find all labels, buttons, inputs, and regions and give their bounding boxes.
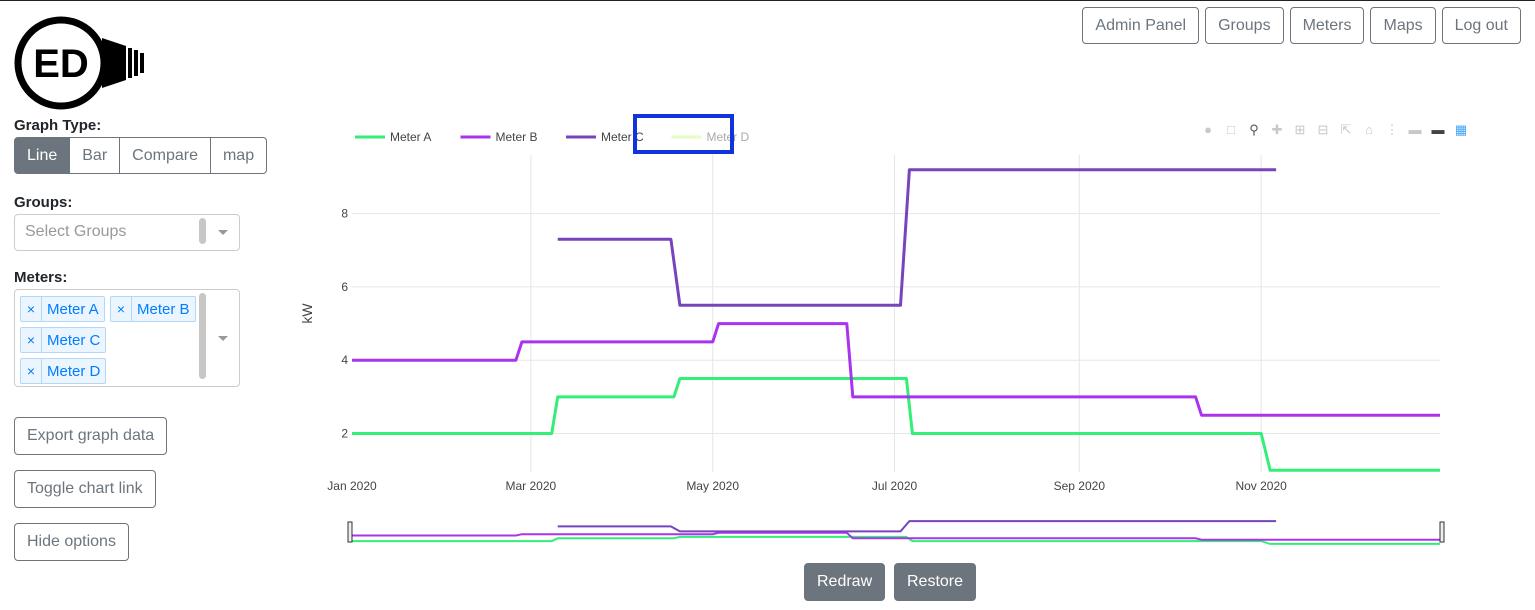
meters-button[interactable]: Meters <box>1289 7 1365 44</box>
x-tick-label: May 2020 <box>686 479 739 493</box>
reset-axes-icon[interactable]: ⌂ <box>1361 122 1377 138</box>
series-line <box>352 377 1440 472</box>
range-slider-handle[interactable] <box>347 521 353 543</box>
toggle-chart-link-button[interactable]: Toggle chart link <box>14 470 156 508</box>
graph-type-group: Line Bar Compare map <box>14 137 268 174</box>
camera-icon[interactable]: ● <box>1200 122 1216 138</box>
meter-chip-label: Meter D <box>47 362 101 380</box>
series-line <box>352 322 1440 417</box>
series-line <box>557 168 1277 307</box>
top-nav: Admin Panel Groups Meters Maps Log out <box>1082 7 1521 44</box>
x-tick-label: Nov 2020 <box>1235 479 1287 493</box>
y-tick-label: 4 <box>341 353 348 367</box>
y-axis-label: kW <box>299 303 315 324</box>
graph-type-line[interactable]: Line <box>14 137 71 174</box>
groups-select[interactable]: Select Groups <box>14 214 240 251</box>
meters-select[interactable]: × Meter A × Meter B × Meter C × Meter D <box>14 289 240 387</box>
zoom-icon[interactable]: ⚲ <box>1246 122 1262 138</box>
maps-button[interactable]: Maps <box>1370 7 1436 44</box>
meters-scrollbar[interactable] <box>199 293 206 379</box>
range-slider-handle[interactable] <box>1439 521 1445 543</box>
remove-chip-icon[interactable]: × <box>21 328 42 352</box>
groups-scrollbar[interactable] <box>199 218 206 244</box>
groups-button[interactable]: Groups <box>1205 7 1284 44</box>
pan-icon[interactable]: ✚ <box>1269 122 1285 138</box>
logout-button[interactable]: Log out <box>1441 7 1521 44</box>
legend-item-label[interactable]: Meter A <box>390 130 431 144</box>
line-chart[interactable]: 2 4 6 8 Jan 2020 Mar 2020 May 2020 Jul 2020 Sep … <box>290 100 1460 555</box>
x-tick-label: Jul 2020 <box>872 479 918 493</box>
restore-button[interactable]: Restore <box>894 563 977 601</box>
plotly-logo-icon[interactable]: ▦ <box>1453 122 1469 138</box>
remove-chip-icon[interactable]: × <box>111 297 132 321</box>
admin-panel-button[interactable]: Admin Panel <box>1082 7 1200 44</box>
ed-logo: ED <box>14 16 144 110</box>
logo-text: ED <box>33 42 89 86</box>
y-tick-label: 8 <box>341 207 348 221</box>
legend-item-label[interactable]: Meter B <box>496 130 538 144</box>
graph-type-compare[interactable]: Compare <box>119 137 211 174</box>
top-border <box>0 0 1535 1</box>
remove-chip-icon[interactable]: × <box>21 297 42 321</box>
hover-compare-icon[interactable]: ▬ <box>1430 122 1446 138</box>
y-tick-label: 6 <box>341 280 348 294</box>
y-tick-label: 2 <box>341 427 348 441</box>
chevron-down-icon[interactable] <box>218 336 228 341</box>
export-graph-data-button[interactable]: Export graph data <box>14 417 168 455</box>
graph-type-bar[interactable]: Bar <box>69 137 121 174</box>
groups-placeholder: Select Groups <box>25 223 127 240</box>
meter-chip-a: × Meter A <box>20 296 105 322</box>
hover-closest-icon[interactable]: ▬ <box>1407 122 1423 138</box>
x-tick-label: Jan 2020 <box>327 479 377 493</box>
redraw-button[interactable]: Redraw <box>804 563 886 601</box>
chevron-down-icon[interactable] <box>218 230 228 235</box>
spike-lines-icon[interactable]: ⋮ <box>1384 122 1400 138</box>
meter-chip-d: × Meter D <box>20 358 107 384</box>
graph-type-map[interactable]: map <box>209 137 268 174</box>
save-icon[interactable]: □ <box>1223 122 1239 138</box>
hide-options-button[interactable]: Hide options <box>14 523 129 561</box>
meter-chip-label: Meter A <box>47 300 99 318</box>
groups-label: Groups: <box>14 194 73 211</box>
meter-chip-c: × Meter C <box>20 327 107 353</box>
meters-label: Meters: <box>14 269 68 286</box>
x-tick-label: Sep 2020 <box>1054 479 1106 493</box>
legend-highlight-box <box>633 114 734 154</box>
x-tick-label: Mar 2020 <box>505 479 556 493</box>
autoscale-icon[interactable]: ⇱ <box>1338 122 1354 138</box>
meter-chip-label: Meter C <box>47 331 101 349</box>
zoom-out-icon[interactable]: ⊟ <box>1315 122 1331 138</box>
graph-type-label: Graph Type: <box>14 117 102 134</box>
meter-chip-label: Meter B <box>137 300 190 318</box>
meter-chip-b: × Meter B <box>110 296 196 322</box>
remove-chip-icon[interactable]: × <box>21 359 42 383</box>
chart-modebar: ● □ ⚲ ✚ ⊞ ⊟ ⇱ ⌂ ⋮ ▬ ▬ ▦ <box>1200 122 1469 138</box>
zoom-in-icon[interactable]: ⊞ <box>1292 122 1308 138</box>
